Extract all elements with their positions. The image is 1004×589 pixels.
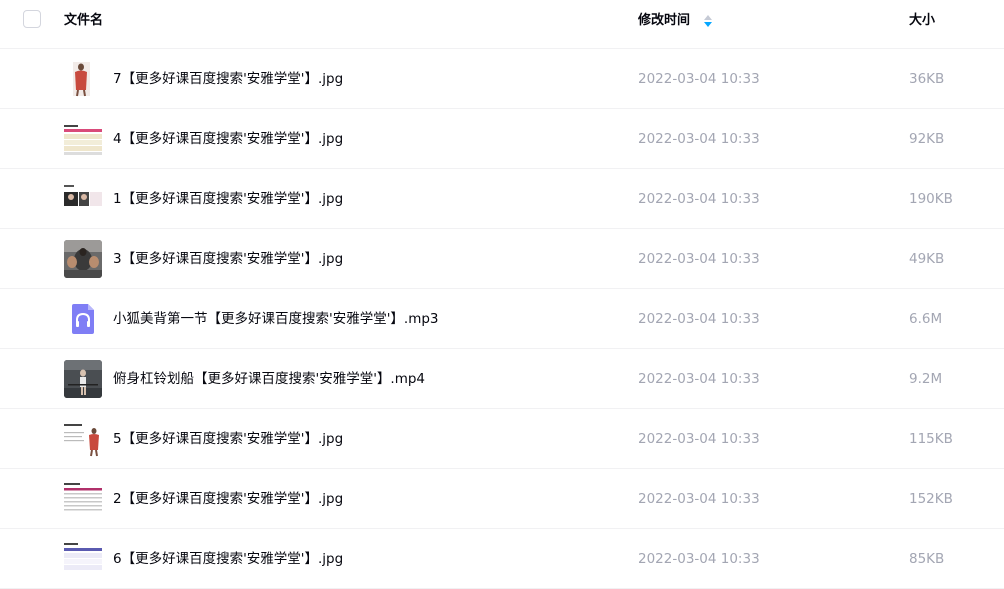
file-name[interactable]: 6【更多好课百度搜索'安雅学堂'】.jpg xyxy=(113,550,343,568)
file-name[interactable]: 小狐美背第一节【更多好课百度搜索'安雅学堂'】.mp3 xyxy=(113,310,439,328)
table-row[interactable]: 1【更多好课百度搜索'安雅学堂'】.jpg 2022-03-04 10:33 1… xyxy=(0,169,1004,229)
image-thumbnail xyxy=(64,480,102,518)
file-name[interactable]: 2【更多好课百度搜索'安雅学堂'】.jpg xyxy=(113,490,343,508)
table-row[interactable]: 4【更多好课百度搜索'安雅学堂'】.jpg 2022-03-04 10:33 9… xyxy=(0,109,1004,169)
file-size: 152KB xyxy=(909,491,953,507)
table-row[interactable]: 7【更多好课百度搜索'安雅学堂'】.jpg 2022-03-04 10:33 3… xyxy=(0,49,1004,109)
file-modified-time: 2022-03-04 10:33 xyxy=(638,431,760,447)
file-modified-time: 2022-03-04 10:33 xyxy=(638,311,760,327)
file-size: 9.2M xyxy=(909,371,943,387)
file-modified-time: 2022-03-04 10:33 xyxy=(638,491,760,507)
file-size: 36KB xyxy=(909,71,945,87)
column-header-modified[interactable]: 修改时间 xyxy=(638,12,690,30)
file-name[interactable]: 4【更多好课百度搜索'安雅学堂'】.jpg xyxy=(113,130,343,148)
file-modified-time: 2022-03-04 10:33 xyxy=(638,191,760,207)
column-header-size[interactable]: 大小 xyxy=(909,12,935,30)
column-header-name[interactable]: 文件名 xyxy=(64,12,103,30)
file-modified-time: 2022-03-04 10:33 xyxy=(638,371,760,387)
select-all-checkbox[interactable] xyxy=(23,10,41,28)
file-name[interactable]: 5【更多好课百度搜索'安雅学堂'】.jpg xyxy=(113,430,343,448)
table-row[interactable]: 5【更多好课百度搜索'安雅学堂'】.jpg 2022-03-04 10:33 1… xyxy=(0,409,1004,469)
file-size: 49KB xyxy=(909,251,945,267)
table-row[interactable]: 3【更多好课百度搜索'安雅学堂'】.jpg 2022-03-04 10:33 4… xyxy=(0,229,1004,289)
image-thumbnail xyxy=(64,180,102,218)
table-row[interactable]: 俯身杠铃划船【更多好课百度搜索'安雅学堂'】.mp4 2022-03-04 10… xyxy=(0,349,1004,409)
image-thumbnail xyxy=(64,240,102,278)
table-row[interactable]: 小狐美背第一节【更多好课百度搜索'安雅学堂'】.mp3 2022-03-04 1… xyxy=(0,289,1004,349)
file-modified-time: 2022-03-04 10:33 xyxy=(638,71,760,87)
image-thumbnail xyxy=(64,420,102,458)
file-size: 115KB xyxy=(909,431,953,447)
table-header: 文件名 修改时间 大小 xyxy=(0,0,1004,49)
image-thumbnail xyxy=(64,60,102,98)
file-list: 文件名 修改时间 大小 7【更多好课百度搜索'安雅学堂'】.jpg 2022-0… xyxy=(0,0,1004,589)
file-size: 190KB xyxy=(909,191,953,207)
file-size: 92KB xyxy=(909,131,945,147)
file-modified-time: 2022-03-04 10:33 xyxy=(638,131,760,147)
image-thumbnail xyxy=(64,120,102,158)
file-name[interactable]: 7【更多好课百度搜索'安雅学堂'】.jpg xyxy=(113,70,343,88)
headphones-icon xyxy=(64,300,102,338)
table-row[interactable]: 6【更多好课百度搜索'安雅学堂'】.jpg 2022-03-04 10:33 8… xyxy=(0,529,1004,589)
video-thumbnail xyxy=(64,360,102,398)
file-rows: 7【更多好课百度搜索'安雅学堂'】.jpg 2022-03-04 10:33 3… xyxy=(0,49,1004,589)
file-name[interactable]: 3【更多好课百度搜索'安雅学堂'】.jpg xyxy=(113,250,343,268)
file-name[interactable]: 俯身杠铃划船【更多好课百度搜索'安雅学堂'】.mp4 xyxy=(113,370,425,388)
file-modified-time: 2022-03-04 10:33 xyxy=(638,251,760,267)
file-size: 6.6M xyxy=(909,311,943,327)
table-row[interactable]: 2【更多好课百度搜索'安雅学堂'】.jpg 2022-03-04 10:33 1… xyxy=(0,469,1004,529)
file-modified-time: 2022-03-04 10:33 xyxy=(638,551,760,567)
file-name[interactable]: 1【更多好课百度搜索'安雅学堂'】.jpg xyxy=(113,190,343,208)
file-size: 85KB xyxy=(909,551,945,567)
sort-icon[interactable] xyxy=(703,13,713,27)
image-thumbnail xyxy=(64,540,102,578)
